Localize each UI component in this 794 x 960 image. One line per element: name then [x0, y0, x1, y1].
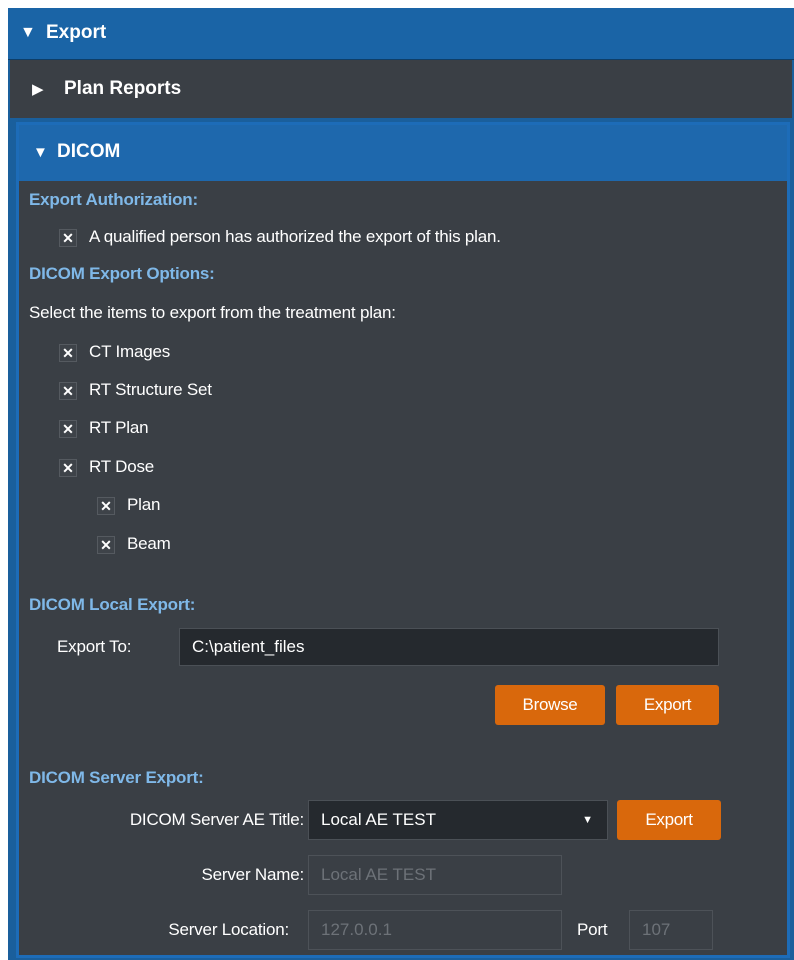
export-options-instruction: Select the items to export from the trea… — [29, 303, 396, 322]
plan-reports-label: Plan Reports — [64, 78, 182, 99]
authorization-checkbox-label: A qualified person has authorized the ex… — [89, 227, 501, 246]
triangle-down-icon: ▼ — [20, 24, 36, 41]
dose-plan-checkbox[interactable]: ✕ — [97, 497, 115, 515]
ct-images-checkbox[interactable]: ✕ — [59, 344, 77, 362]
port-label: Port — [577, 920, 608, 939]
browse-button[interactable]: Browse — [495, 685, 605, 725]
rt-dose-checkbox[interactable]: ✕ — [59, 459, 77, 477]
server-name-field: Local AE TEST — [308, 855, 562, 895]
dropdown-arrow-icon: ▼ — [582, 814, 593, 826]
rt-plan-checkbox[interactable]: ✕ — [59, 420, 77, 438]
export-to-label: Export To: — [57, 637, 132, 656]
export-to-path-input[interactable]: C:\patient_files — [179, 628, 719, 666]
authorization-checkbox[interactable]: ✕ — [59, 229, 77, 247]
dicom-header-label: DICOM — [57, 141, 121, 162]
ae-title-dropdown[interactable]: Local AE TEST ▼ — [308, 800, 608, 840]
export-panel: ▼ Export ▶ Plan Reports ▼ DICOM Export A… — [8, 8, 794, 960]
export-header-label: Export — [46, 22, 107, 43]
server-export-button[interactable]: Export — [617, 800, 721, 840]
check-x-icon: ✕ — [62, 420, 74, 437]
ae-title-selected-value: Local AE TEST — [321, 810, 436, 829]
export-options-heading: DICOM Export Options: — [29, 264, 215, 283]
dose-plan-label: Plan — [127, 495, 161, 514]
dicom-section-header[interactable]: ▼ DICOM — [19, 125, 787, 181]
plan-reports-section-header[interactable]: ▶ Plan Reports — [10, 60, 792, 120]
check-x-icon: ✕ — [62, 459, 74, 476]
server-location-field: 127.0.0.1 — [308, 910, 562, 950]
dicom-section: ▼ DICOM Export Authorization: ✕ A qualif… — [16, 122, 790, 958]
check-x-icon: ✕ — [100, 497, 112, 514]
rt-structure-set-checkbox[interactable]: ✕ — [59, 382, 77, 400]
local-export-heading: DICOM Local Export: — [29, 595, 196, 614]
export-section-header[interactable]: ▼ Export — [8, 8, 794, 60]
check-x-icon: ✕ — [62, 344, 74, 361]
dose-beam-label: Beam — [127, 534, 171, 553]
export-authorization-heading: Export Authorization: — [29, 190, 198, 209]
ct-images-label: CT Images — [89, 342, 171, 361]
ae-title-label: DICOM Server AE Title: — [129, 810, 304, 829]
check-x-icon: ✕ — [100, 536, 112, 553]
check-x-icon: ✕ — [62, 229, 74, 246]
rt-structure-set-label: RT Structure Set — [89, 380, 212, 399]
local-export-button[interactable]: Export — [616, 685, 719, 725]
triangle-right-icon: ▶ — [32, 81, 44, 98]
check-x-icon: ✕ — [62, 382, 74, 399]
dose-beam-checkbox[interactable]: ✕ — [97, 536, 115, 554]
triangle-down-icon: ▼ — [33, 144, 48, 161]
rt-dose-label: RT Dose — [89, 457, 155, 476]
rt-plan-label: RT Plan — [89, 418, 149, 437]
server-location-label: Server Location: — [168, 920, 289, 939]
server-export-heading: DICOM Server Export: — [29, 768, 204, 787]
server-name-label: Server Name: — [201, 865, 305, 884]
port-field: 107 — [629, 910, 713, 950]
